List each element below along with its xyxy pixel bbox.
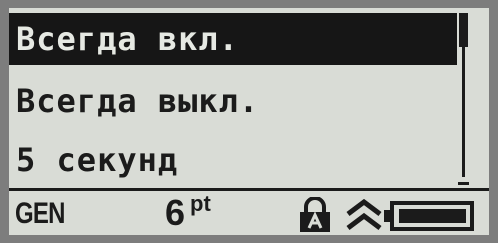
menu-item-always-off[interactable]: Всегда выкл. xyxy=(9,75,457,127)
font-size-unit: pt xyxy=(190,191,211,216)
status-bar: GEN 6 pt xyxy=(9,188,489,235)
menu-item-always-on[interactable]: Всегда вкл. xyxy=(9,13,457,65)
scrollbar-thumb[interactable] xyxy=(459,13,468,47)
font-size-value: 6 xyxy=(165,192,186,233)
scrollbar-end-cap xyxy=(458,182,469,185)
menu-item-label: 5 секунд xyxy=(16,141,179,179)
menu-item-label: Всегда выкл. xyxy=(16,82,260,120)
menu-item-label: Всегда вкл. xyxy=(16,20,239,58)
caps-lock-icon xyxy=(300,197,330,232)
scrollbar[interactable] xyxy=(457,13,471,185)
battery-fill xyxy=(399,209,466,223)
menu-item-5-seconds[interactable]: 5 секунд xyxy=(9,134,457,186)
lcd-screen: Всегда вкл. Всегда выкл. 5 секунд GEN 6 … xyxy=(9,8,489,235)
mode-indicator: GEN xyxy=(15,197,65,230)
battery-icon xyxy=(384,201,474,231)
shift-icon xyxy=(346,199,382,230)
